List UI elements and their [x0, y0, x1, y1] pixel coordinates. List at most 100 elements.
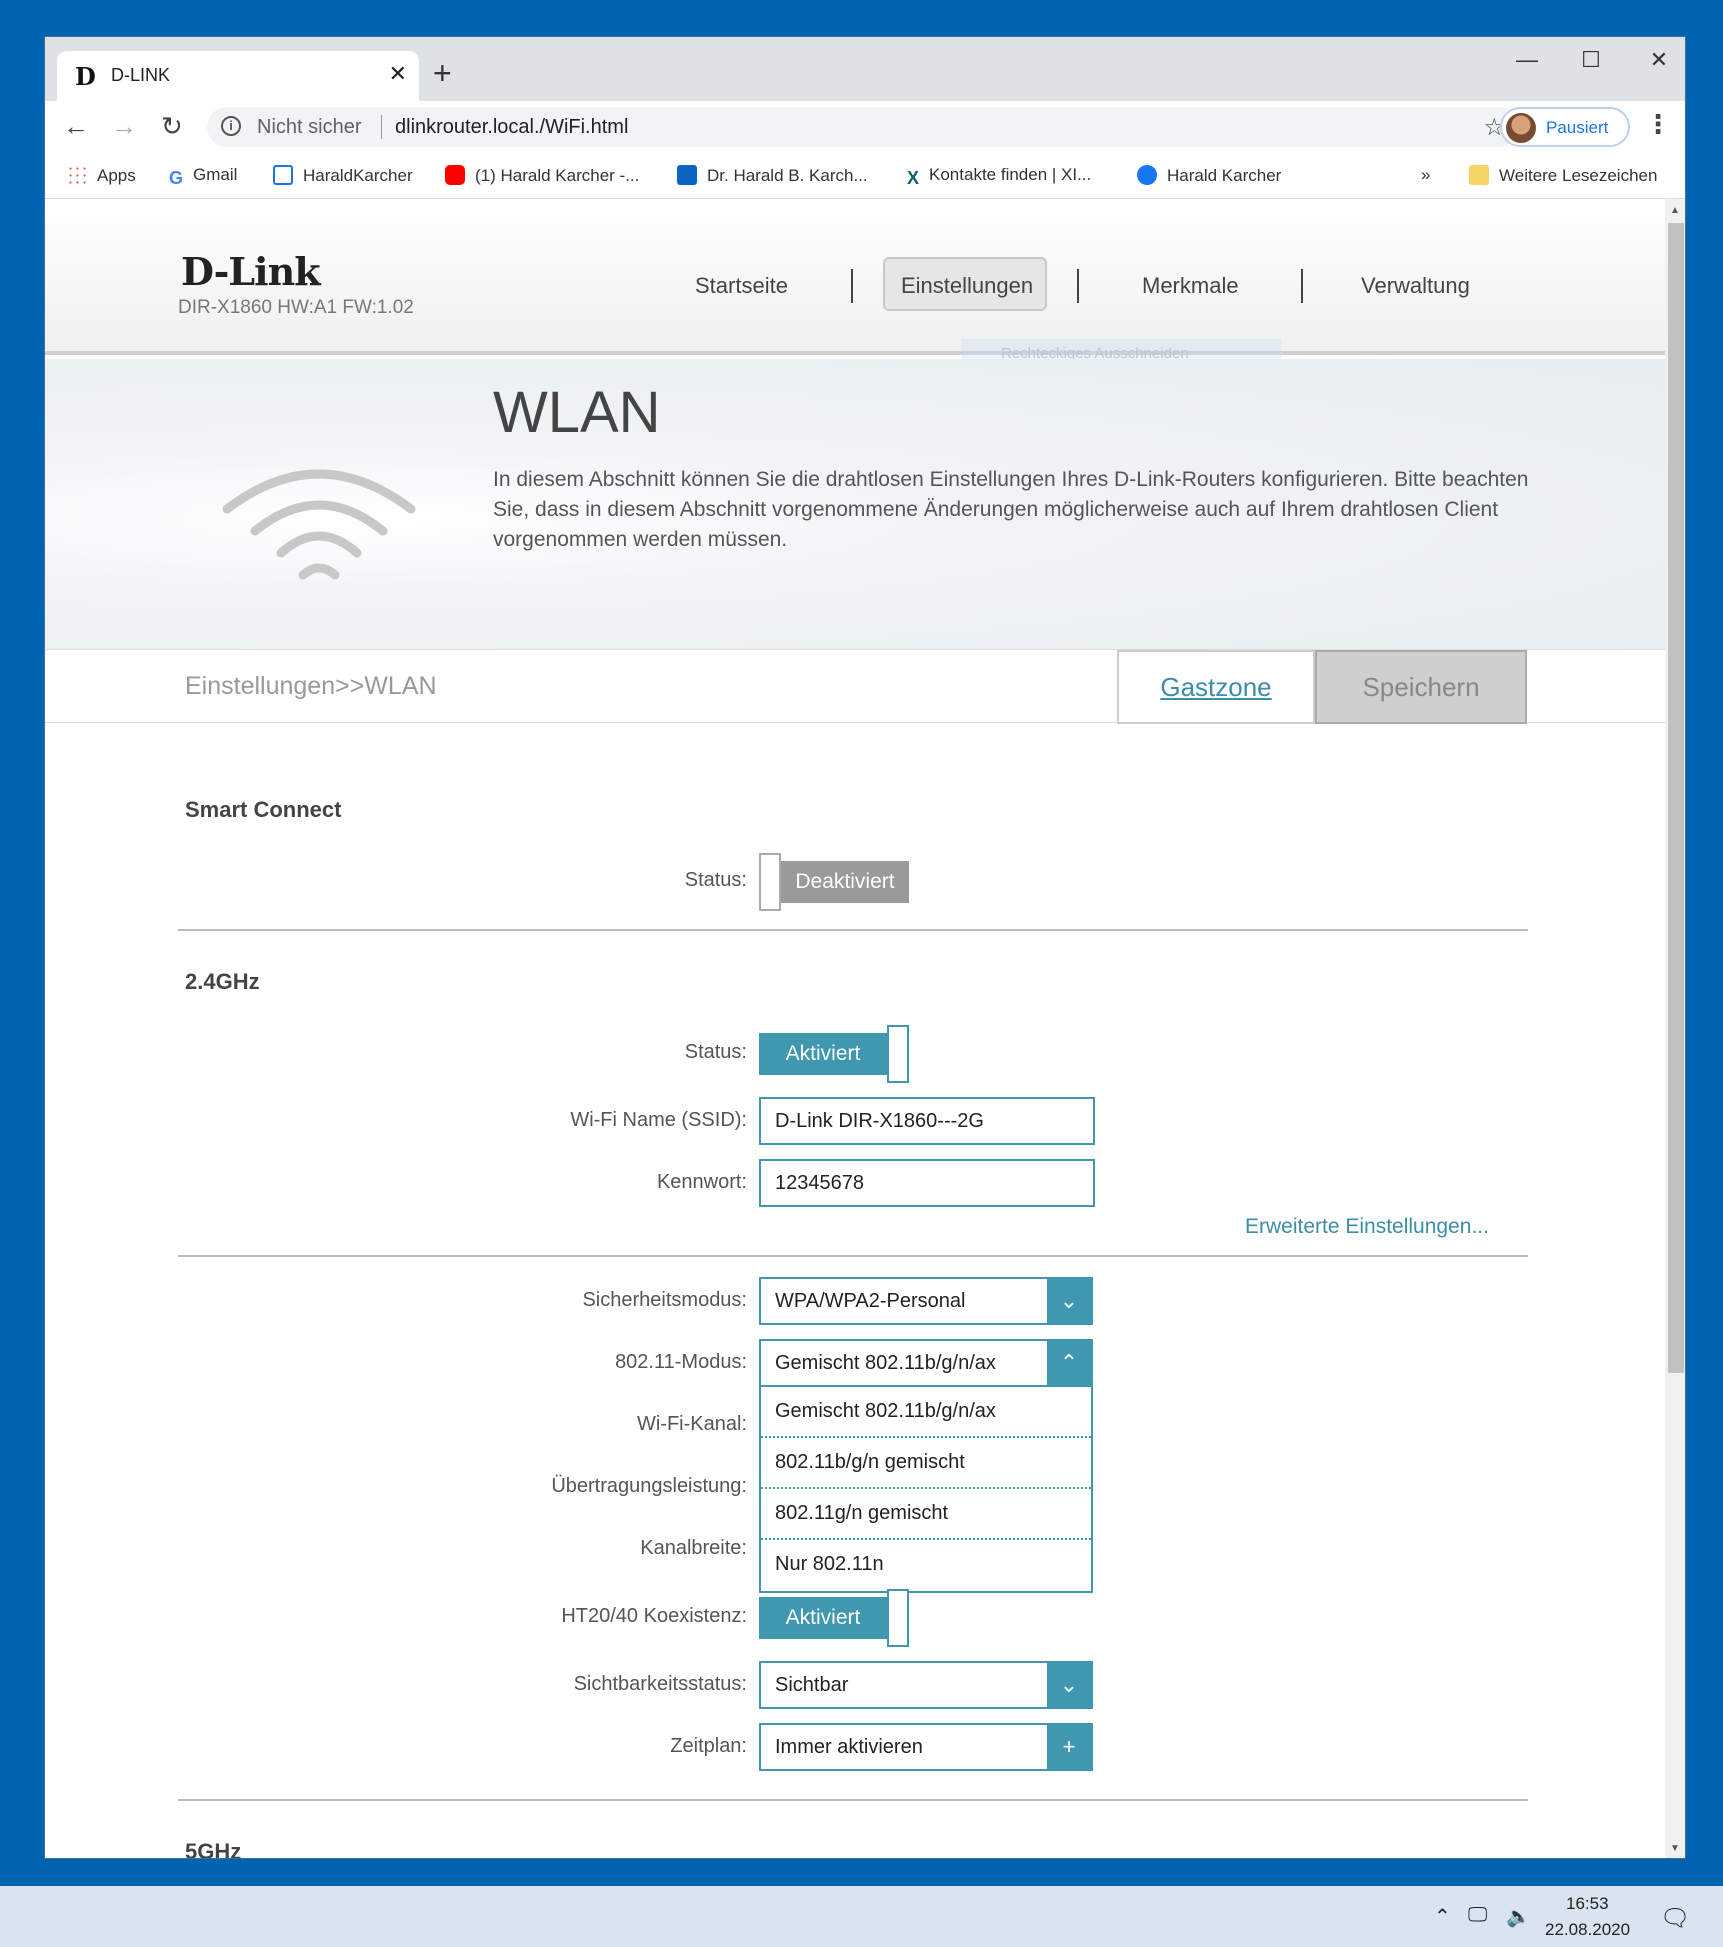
tray-expand-icon[interactable]: ⌃ — [1434, 1904, 1451, 1929]
wifi-mode-label: 802.11-Modus: — [615, 1351, 747, 1373]
wlan-hero: WLAN In diesem Abschnitt können Sie die … — [45, 359, 1665, 649]
nav-verwaltung[interactable]: Verwaltung — [1361, 273, 1470, 299]
chevron-up-icon[interactable]: ⌃ — [1047, 1341, 1091, 1385]
scroll-up-icon[interactable]: ▲ — [1670, 205, 1680, 216]
bookmark-xing[interactable]: X Kontakte finden | XI... — [907, 165, 1091, 188]
channel-width-label: Kanalbreite: — [640, 1537, 747, 1559]
chevron-down-icon[interactable]: ⌄ — [1047, 1663, 1091, 1707]
toggle-knob — [759, 853, 781, 911]
smart-connect-title: Smart Connect — [185, 797, 342, 822]
window-close-icon[interactable]: ✕ — [1639, 47, 1679, 73]
notification-icon[interactable]: 🗨 — [1660, 1904, 1690, 1933]
security-warning: Nicht sicher — [257, 116, 362, 138]
security-mode-label: Sicherheitsmodus: — [582, 1289, 747, 1311]
bookmark-other-folder[interactable]: Weitere Lesezeichen — [1469, 165, 1657, 186]
bookmark-facebook[interactable]: Harald Karcher — [1137, 165, 1281, 186]
scroll-thumb[interactable] — [1668, 223, 1684, 1373]
nav-divider — [851, 269, 853, 303]
tx-power-label: Übertragungsleistung: — [551, 1475, 747, 1497]
security-mode-select[interactable]: WPA/WPA2-Personal ⌄ — [759, 1277, 1093, 1325]
smart-connect-toggle[interactable]: Deaktiviert — [759, 853, 909, 911]
address-url[interactable]: dlinkrouter.local./WiFi.html — [395, 116, 628, 139]
wifi-icon — [222, 469, 416, 580]
clock-time[interactable]: 16:53 — [1566, 1894, 1609, 1914]
browser-toolbar: ← → ↻ i Nicht sicher dlinkrouter.local./… — [45, 101, 1685, 153]
dlink-favicon-icon: D — [75, 62, 96, 91]
bookmark-youtube[interactable]: (1) Harald Karcher -... — [445, 165, 639, 186]
forward-icon[interactable]: → — [111, 113, 137, 139]
ssid-field[interactable]: D-Link DIR-X1860---2G — [759, 1097, 1095, 1145]
toggle-text: Deaktiviert — [781, 861, 909, 903]
router-header: D-Link DIR-X1860 HW:A1 FW:1.02 Startseit… — [45, 199, 1665, 369]
tab-close-icon[interactable]: ✕ — [389, 61, 407, 87]
reload-icon[interactable]: ↻ — [161, 113, 183, 139]
linkedin-icon — [677, 165, 697, 185]
visibility-label: Sichtbarkeitsstatus: — [573, 1673, 747, 1695]
visibility-value: Sichtbar — [775, 1674, 849, 1696]
bookmarks-overflow-icon[interactable]: » — [1421, 165, 1430, 185]
bookmark-gmail[interactable]: G Gmail — [169, 165, 237, 188]
wifi-mode-option[interactable]: Nur 802.11n — [761, 1540, 1091, 1591]
dlink-logo: D-Link — [181, 249, 321, 294]
visibility-select[interactable]: Sichtbar ⌄ — [759, 1661, 1093, 1709]
back-icon[interactable]: ← — [63, 113, 89, 139]
wifi-mode-select[interactable]: Gemischt 802.11b/g/n/ax ⌃ — [759, 1339, 1093, 1387]
guest-zone-button[interactable]: Gastzone — [1117, 650, 1315, 724]
apps-grid-icon — [67, 165, 87, 185]
windows-taskbar: ⌃ 🖵 🔈 16:53 22.08.2020 🗨 — [0, 1886, 1723, 1947]
breadcrumb: Einstellungen>>WLAN — [185, 672, 437, 700]
calendar-icon — [273, 165, 293, 185]
nav-einstellungen[interactable]: Einstellungen — [901, 273, 1033, 299]
maximize-icon[interactable]: ☐ — [1571, 47, 1611, 73]
wifi-mode-value: Gemischt 802.11b/g/n/ax — [775, 1352, 996, 1374]
facebook-icon — [1137, 165, 1157, 185]
router-page: D-Link DIR-X1860 HW:A1 FW:1.02 Startseit… — [45, 199, 1665, 1858]
advanced-settings-link[interactable]: Erweiterte Einstellungen... — [1245, 1215, 1489, 1239]
network-icon[interactable]: 🖵 — [1468, 1904, 1487, 1927]
youtube-icon — [445, 165, 465, 185]
band-24-status-label: Status: — [684, 1041, 747, 1063]
model-info: DIR-X1860 HW:A1 FW:1.02 — [178, 297, 414, 318]
password-field[interactable]: 12345678 — [759, 1159, 1095, 1207]
plus-icon[interactable]: + — [1047, 1725, 1091, 1769]
bookmark-haraldkarcher[interactable]: HaraldKarcher — [273, 165, 413, 186]
new-tab-button[interactable]: + — [433, 57, 452, 89]
wifi-mode-option[interactable]: 802.11b/g/n gemischt — [761, 1438, 1091, 1489]
browser-tab[interactable]: D D-LINK ✕ — [57, 51, 419, 101]
smart-connect-status-label: Status: — [684, 869, 747, 891]
scroll-down-icon[interactable]: ▼ — [1670, 1843, 1680, 1854]
clock-date[interactable]: 22.08.2020 — [1545, 1920, 1630, 1940]
save-button[interactable]: Speichern — [1315, 650, 1527, 724]
breadcrumb-bar: Einstellungen>>WLAN Gastzone Speichern — [45, 649, 1665, 724]
nav-startseite[interactable]: Startseite — [695, 273, 788, 299]
address-bar[interactable]: i Nicht sicher dlinkrouter.local./WiFi.h… — [207, 107, 1519, 147]
toggle-knob — [887, 1025, 909, 1083]
minimize-icon[interactable]: — — [1507, 47, 1547, 73]
chevron-down-icon[interactable]: ⌄ — [1047, 1279, 1091, 1323]
page-title: WLAN — [493, 380, 661, 445]
profile-status: Pausiert — [1546, 118, 1609, 137]
nav-divider — [1077, 269, 1079, 303]
bookmark-apps[interactable]: Apps — [67, 165, 136, 186]
band-24-status-toggle[interactable]: Aktiviert — [759, 1025, 909, 1083]
tab-strip: D D-LINK ✕ + — ☐ ✕ — [45, 37, 1685, 101]
schedule-select[interactable]: Immer aktivieren + — [759, 1723, 1093, 1771]
toggle-knob — [887, 1589, 909, 1647]
profile-button[interactable]: Pausiert — [1500, 107, 1630, 147]
avatar — [1506, 113, 1536, 143]
schedule-label: Zeitplan: — [670, 1735, 747, 1757]
wifi-mode-option[interactable]: Gemischt 802.11b/g/n/ax — [761, 1387, 1091, 1438]
page-scrollbar[interactable]: ▲ ▼ — [1665, 199, 1685, 1858]
coexistence-toggle[interactable]: Aktiviert — [759, 1589, 909, 1647]
tab-title: D-LINK — [111, 65, 171, 85]
browser-menu-icon[interactable]: ⋮ — [1645, 109, 1671, 140]
schedule-value: Immer aktivieren — [775, 1736, 923, 1758]
coexistence-label: HT20/40 Koexistenz: — [561, 1605, 747, 1627]
page-description: In diesem Abschnitt können Sie die draht… — [493, 468, 1529, 551]
wifi-mode-dropdown: Gemischt 802.11b/g/n/ax 802.11b/g/n gemi… — [759, 1387, 1093, 1593]
volume-icon[interactable]: 🔈 — [1506, 1904, 1531, 1929]
wifi-mode-option[interactable]: 802.11g/n gemischt — [761, 1489, 1091, 1540]
bookmark-linkedin[interactable]: Dr. Harald B. Karch... — [677, 165, 868, 186]
nav-merkmale[interactable]: Merkmale — [1142, 273, 1239, 299]
info-icon[interactable]: i — [221, 116, 241, 136]
